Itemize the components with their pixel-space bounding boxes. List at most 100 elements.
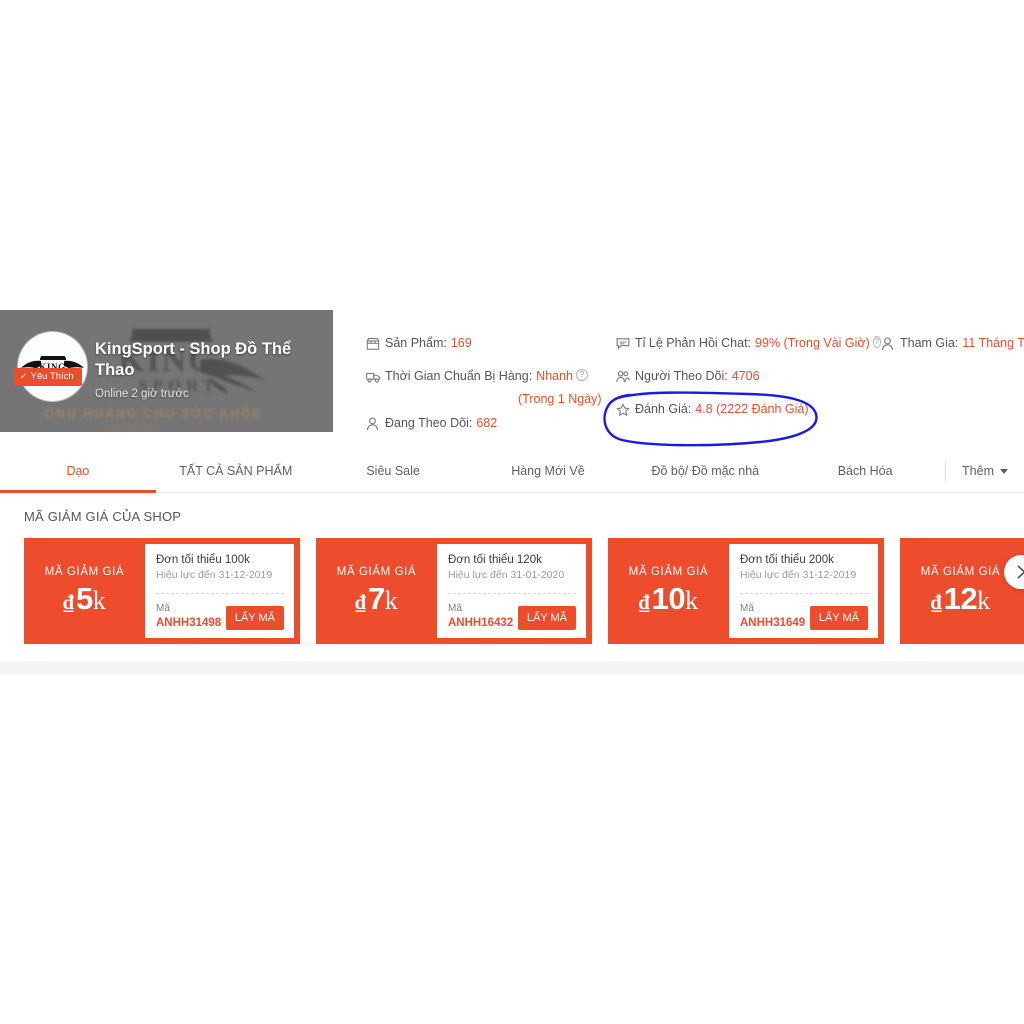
stat-following-value: 682 [476, 416, 498, 430]
followers-icon [616, 370, 635, 384]
voucher-amount: ₫ 10 k [639, 581, 698, 617]
voucher-code-label: Mã [740, 603, 754, 614]
claim-voucher-button[interactable]: LẤY MÃ [517, 606, 576, 630]
help-icon[interactable]: ? [872, 336, 881, 348]
voucher-terms: Đơn tối thiểu 200k Hiệu lực đến 31-12-20… [740, 553, 868, 582]
voucher-terms: Đơn tối thiểu 100k Hiệu lực đến 31-12-20… [156, 553, 284, 582]
tab-do-bo-do-mac-nha-label: Đồ bộ/ Đồ mặc nhà [651, 464, 760, 478]
stat-rating[interactable]: Đánh Giá: 4.8 (2222 Đánh Giá) [616, 402, 881, 435]
voucher-amount: ₫ 7 k [355, 581, 398, 617]
voucher-code: ANHH31498 [156, 617, 222, 629]
stat-rating-value: 4.8 (2222 Đánh Giá) [695, 402, 809, 416]
voucher-divider [448, 592, 576, 594]
stat-chat-response[interactable]: Tỉ Lệ Phản Hồi Chat: 99% (Trong Vài Giờ)… [616, 336, 881, 369]
voucher-divider [740, 592, 868, 594]
shop-page-block: KING SPORT ÔNG HOÀNG CHO SỨC KHỎE KINGSP… [0, 310, 1024, 693]
voucher-divider [156, 592, 284, 594]
voucher-amount-unit: k [685, 585, 699, 615]
shop-name: KingSport - Shop Đồ Thể Thao [95, 340, 292, 379]
stat-prep-time-label: Thời Gian Chuẩn Bị Hàng: [385, 369, 533, 383]
chevron-down-icon [1000, 468, 1008, 474]
voucher-panel-title: MÃ GIẢM GIÁ CỦA SHOP [24, 509, 182, 524]
voucher-min-order: Đơn tối thiểu 100k [156, 554, 250, 566]
voucher-code: ANHH31649 [740, 617, 806, 629]
shop-nav-tabs: Dạo TẤT CẢ SẢN PHẨM Siêu Sale Hàng Mới V… [0, 450, 1024, 493]
tab-hang-moi-ve[interactable]: Hàng Mới Về [471, 450, 626, 492]
truck-icon [366, 370, 385, 384]
stat-following-label: Đang Theo Dõi: [385, 416, 473, 430]
voucher-card[interactable]: MÃ GIẢM GIÁ ₫ 12 k [900, 538, 1024, 644]
stat-products-label: Sản Phẩm: [385, 336, 447, 350]
voucher-right: Đơn tối thiểu 100k Hiệu lực đến 31-12-20… [145, 544, 294, 638]
voucher-left: MÃ GIẢM GIÁ ₫ 5 k [24, 538, 145, 644]
voucher-panel: MÃ GIẢM GIÁ CỦA SHOP MÃ GIẢM GIÁ ₫ 5 k Đ… [0, 493, 1024, 663]
user-icon [366, 417, 385, 431]
tab-sieu-sale[interactable]: Siêu Sale [316, 450, 471, 492]
stat-followers[interactable]: Người Theo Dõi: 4706 [616, 369, 881, 402]
tab-more-label: Thêm [962, 464, 994, 478]
voucher-amount-number: 7 [368, 580, 385, 616]
stat-rating-label: Đánh Giá: [635, 402, 692, 416]
voucher-card[interactable]: MÃ GIẢM GIÁ ₫ 5 k Đơn tối thiểu 100k Hiệ… [24, 538, 300, 644]
tab-do-bo-do-mac-nha[interactable]: Đồ bộ/ Đồ mặc nhà [625, 450, 785, 492]
voucher-expiry: Hiệu lực đến 31-12-2019 [740, 569, 857, 581]
tab-tat-ca-san-pham[interactable]: TẤT CẢ SẢN PHẨM [156, 450, 316, 492]
currency-symbol: ₫ [638, 589, 650, 614]
voucher-code-wrap: Mã ANHH31498 [156, 602, 221, 630]
voucher-label: MÃ GIẢM GIÁ [628, 565, 709, 578]
shop-header: KING SPORT ÔNG HOÀNG CHO SỨC KHỎE KINGSP… [0, 310, 1024, 450]
chat-icon [616, 337, 635, 350]
favorite-badge: ✓ Yêu Thích [14, 368, 82, 386]
stat-followers-value: 4706 [731, 369, 760, 383]
page-root: KING SPORT ÔNG HOÀNG CHO SỨC KHỎE KINGSP… [0, 0, 1024, 1024]
voucher-label: MÃ GIẢM GIÁ [920, 565, 1001, 578]
voucher-amount-unit: k [384, 585, 398, 615]
tab-hang-moi-ve-label: Hàng Mới Về [511, 464, 585, 478]
stat-joined-label: Tham Gia: [900, 336, 959, 350]
tab-more[interactable]: Thêm [946, 450, 1024, 492]
tab-bach-hoa[interactable]: Bách Hóa [785, 450, 945, 492]
chevron-right-icon [1016, 565, 1024, 579]
user-icon [881, 337, 900, 351]
voucher-left: MÃ GIẢM GIÁ ₫ 12 k [900, 538, 1021, 644]
voucher-left: MÃ GIẢM GIÁ ₫ 7 k [316, 538, 437, 644]
voucher-amount: ₫ 12 k [931, 581, 990, 617]
voucher-right: Đơn tối thiểu 200k Hiệu lực đến 31-12-20… [729, 544, 878, 638]
voucher-bottom: Mã ANHH31498 LẤY MÃ [156, 602, 284, 630]
voucher-right: Đơn tối thiểu 120k Hiệu lực đến 31-01-20… [437, 544, 586, 638]
tab-dao[interactable]: Dạo [0, 450, 156, 493]
stat-products[interactable]: Sản Phẩm: 169 [366, 336, 616, 369]
voucher-amount-unit: k [977, 585, 991, 615]
stat-joined[interactable]: Tham Gia: 11 Tháng T [881, 336, 1024, 369]
voucher-code-wrap: Mã ANHH16432 [448, 602, 513, 630]
voucher-amount-number: 10 [651, 580, 686, 616]
store-icon [366, 337, 385, 351]
voucher-expiry: Hiệu lực đến 31-12-2019 [156, 569, 273, 581]
voucher-label: MÃ GIẢM GIÁ [44, 565, 125, 578]
stat-prep-time-value: Nhanh [536, 369, 574, 383]
claim-voucher-button[interactable]: LẤY MÃ [225, 606, 284, 630]
shop-online-status: Online 2 giờ trước [95, 388, 189, 400]
shop-stats: Sản Phẩm: 169 Thời Gian Chuẩn Bị Hàng: N… [333, 310, 1024, 449]
shop-profile-card[interactable]: KING SPORT ÔNG HOÀNG CHO SỨC KHỎE KINGSP… [0, 310, 333, 432]
voucher-code-wrap: Mã ANHH31649 [740, 602, 805, 630]
voucher-expiry: Hiệu lực đến 31-01-2020 [448, 569, 565, 581]
voucher-code-label: Mã [156, 603, 170, 614]
voucher-terms: Đơn tối thiểu 120k Hiệu lực đến 31-01-20… [448, 553, 576, 582]
avatar[interactable]: KING SPORT [18, 332, 87, 401]
voucher-label: MÃ GIẢM GIÁ [336, 565, 417, 578]
stat-chat-response-value: 99% (Trong Vài Giờ) [755, 336, 870, 350]
voucher-card[interactable]: MÃ GIẢM GIÁ ₫ 7 k Đơn tối thiểu 120k Hiệ… [316, 538, 592, 644]
claim-voucher-button[interactable]: LẤY MÃ [809, 606, 868, 630]
stats-column-2: Tỉ Lệ Phản Hồi Chat: 99% (Trong Vài Giờ)… [616, 336, 881, 449]
stat-following[interactable]: Đang Theo Dõi: 682 [366, 416, 616, 449]
voucher-card[interactable]: MÃ GIẢM GIÁ ₫ 10 k Đơn tối thiểu 200k Hi… [608, 538, 884, 644]
avatar-wrapper[interactable]: KING SPORT [18, 332, 87, 401]
help-icon[interactable]: ? [576, 369, 589, 381]
stat-prep-time-sub: (Trong 1 Ngày) [518, 392, 602, 406]
stat-joined-value: 11 Tháng T [962, 336, 1024, 350]
stat-followers-label: Người Theo Dõi: [635, 369, 728, 383]
voucher-code: ANHH16432 [448, 617, 514, 629]
voucher-amount-number: 5 [76, 580, 93, 616]
voucher-code-label: Mã [448, 603, 462, 614]
